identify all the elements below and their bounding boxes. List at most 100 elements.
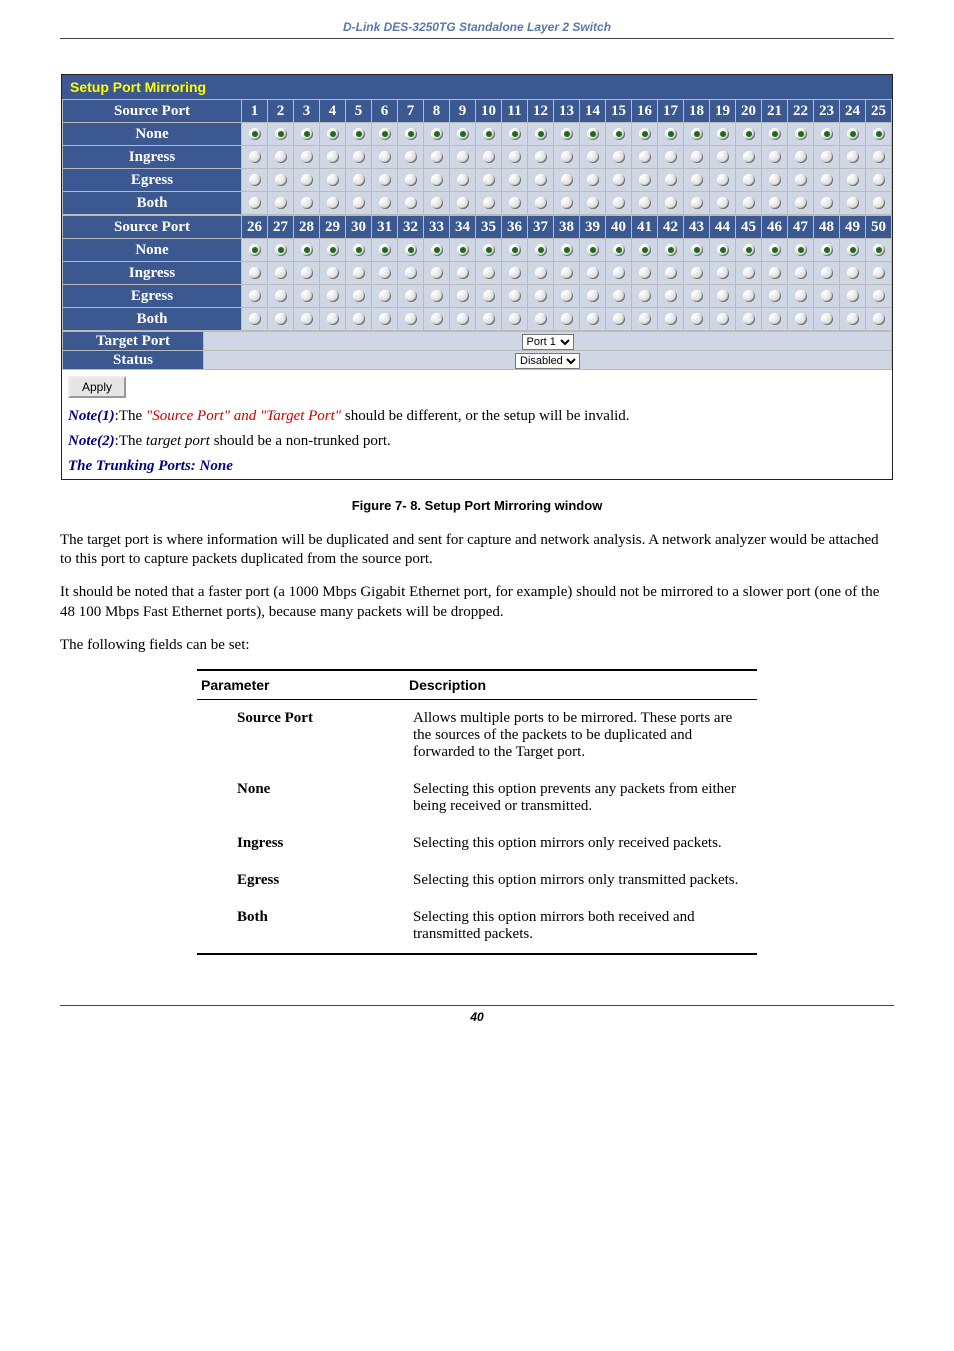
radio-port-9-none[interactable]: [457, 128, 469, 140]
radio-port-21-both[interactable]: [769, 197, 781, 209]
target-port-select[interactable]: Port 1: [522, 334, 574, 350]
radio-port-36-ingress[interactable]: [509, 267, 521, 279]
radio-port-43-egress[interactable]: [691, 290, 703, 302]
radio-port-12-none[interactable]: [535, 128, 547, 140]
radio-port-12-egress[interactable]: [535, 174, 547, 186]
radio-port-39-ingress[interactable]: [587, 267, 599, 279]
radio-port-40-egress[interactable]: [613, 290, 625, 302]
radio-port-14-egress[interactable]: [587, 174, 599, 186]
radio-port-44-egress[interactable]: [717, 290, 729, 302]
radio-port-50-ingress[interactable]: [873, 267, 885, 279]
radio-port-47-ingress[interactable]: [795, 267, 807, 279]
radio-port-22-none[interactable]: [795, 128, 807, 140]
radio-port-21-egress[interactable]: [769, 174, 781, 186]
radio-port-1-none[interactable]: [249, 128, 261, 140]
radio-port-17-both[interactable]: [665, 197, 677, 209]
radio-port-32-both[interactable]: [405, 313, 417, 325]
radio-port-19-egress[interactable]: [717, 174, 729, 186]
radio-port-39-egress[interactable]: [587, 290, 599, 302]
radio-port-3-ingress[interactable]: [301, 151, 313, 163]
radio-port-21-none[interactable]: [769, 128, 781, 140]
radio-port-10-ingress[interactable]: [483, 151, 495, 163]
radio-port-3-none[interactable]: [301, 128, 313, 140]
radio-port-11-none[interactable]: [509, 128, 521, 140]
radio-port-45-both[interactable]: [743, 313, 755, 325]
radio-port-27-egress[interactable]: [275, 290, 287, 302]
radio-port-17-egress[interactable]: [665, 174, 677, 186]
radio-port-22-egress[interactable]: [795, 174, 807, 186]
radio-port-42-both[interactable]: [665, 313, 677, 325]
radio-port-1-ingress[interactable]: [249, 151, 261, 163]
radio-port-47-none[interactable]: [795, 244, 807, 256]
radio-port-31-ingress[interactable]: [379, 267, 391, 279]
radio-port-16-both[interactable]: [639, 197, 651, 209]
radio-port-7-both[interactable]: [405, 197, 417, 209]
radio-port-25-both[interactable]: [873, 197, 885, 209]
radio-port-24-egress[interactable]: [847, 174, 859, 186]
radio-port-8-both[interactable]: [431, 197, 443, 209]
radio-port-25-none[interactable]: [873, 128, 885, 140]
radio-port-48-egress[interactable]: [821, 290, 833, 302]
radio-port-10-both[interactable]: [483, 197, 495, 209]
radio-port-15-none[interactable]: [613, 128, 625, 140]
radio-port-46-ingress[interactable]: [769, 267, 781, 279]
radio-port-15-egress[interactable]: [613, 174, 625, 186]
radio-port-46-both[interactable]: [769, 313, 781, 325]
radio-port-2-ingress[interactable]: [275, 151, 287, 163]
radio-port-47-egress[interactable]: [795, 290, 807, 302]
radio-port-7-ingress[interactable]: [405, 151, 417, 163]
radio-port-36-both[interactable]: [509, 313, 521, 325]
radio-port-36-none[interactable]: [509, 244, 521, 256]
status-select[interactable]: Disabled: [515, 353, 580, 369]
radio-port-1-egress[interactable]: [249, 174, 261, 186]
radio-port-40-none[interactable]: [613, 244, 625, 256]
radio-port-38-none[interactable]: [561, 244, 573, 256]
radio-port-7-egress[interactable]: [405, 174, 417, 186]
radio-port-26-ingress[interactable]: [249, 267, 261, 279]
radio-port-46-none[interactable]: [769, 244, 781, 256]
radio-port-28-egress[interactable]: [301, 290, 313, 302]
radio-port-24-both[interactable]: [847, 197, 859, 209]
radio-port-8-none[interactable]: [431, 128, 443, 140]
radio-port-3-both[interactable]: [301, 197, 313, 209]
radio-port-38-ingress[interactable]: [561, 267, 573, 279]
radio-port-11-egress[interactable]: [509, 174, 521, 186]
radio-port-23-both[interactable]: [821, 197, 833, 209]
radio-port-13-both[interactable]: [561, 197, 573, 209]
radio-port-14-ingress[interactable]: [587, 151, 599, 163]
radio-port-5-ingress[interactable]: [353, 151, 365, 163]
radio-port-34-ingress[interactable]: [457, 267, 469, 279]
radio-port-41-none[interactable]: [639, 244, 651, 256]
radio-port-45-egress[interactable]: [743, 290, 755, 302]
radio-port-48-none[interactable]: [821, 244, 833, 256]
radio-port-1-both[interactable]: [249, 197, 261, 209]
radio-port-34-both[interactable]: [457, 313, 469, 325]
radio-port-20-egress[interactable]: [743, 174, 755, 186]
radio-port-20-ingress[interactable]: [743, 151, 755, 163]
radio-port-49-none[interactable]: [847, 244, 859, 256]
radio-port-49-both[interactable]: [847, 313, 859, 325]
radio-port-49-ingress[interactable]: [847, 267, 859, 279]
radio-port-8-ingress[interactable]: [431, 151, 443, 163]
radio-port-9-egress[interactable]: [457, 174, 469, 186]
radio-port-9-ingress[interactable]: [457, 151, 469, 163]
radio-port-18-ingress[interactable]: [691, 151, 703, 163]
radio-port-34-egress[interactable]: [457, 290, 469, 302]
radio-port-23-none[interactable]: [821, 128, 833, 140]
radio-port-41-egress[interactable]: [639, 290, 651, 302]
radio-port-30-both[interactable]: [353, 313, 365, 325]
radio-port-15-ingress[interactable]: [613, 151, 625, 163]
radio-port-4-ingress[interactable]: [327, 151, 339, 163]
radio-port-6-both[interactable]: [379, 197, 391, 209]
radio-port-35-none[interactable]: [483, 244, 495, 256]
radio-port-24-none[interactable]: [847, 128, 859, 140]
radio-port-4-none[interactable]: [327, 128, 339, 140]
radio-port-44-both[interactable]: [717, 313, 729, 325]
radio-port-45-none[interactable]: [743, 244, 755, 256]
radio-port-32-egress[interactable]: [405, 290, 417, 302]
radio-port-37-egress[interactable]: [535, 290, 547, 302]
radio-port-44-none[interactable]: [717, 244, 729, 256]
radio-port-43-none[interactable]: [691, 244, 703, 256]
radio-port-13-none[interactable]: [561, 128, 573, 140]
radio-port-31-egress[interactable]: [379, 290, 391, 302]
